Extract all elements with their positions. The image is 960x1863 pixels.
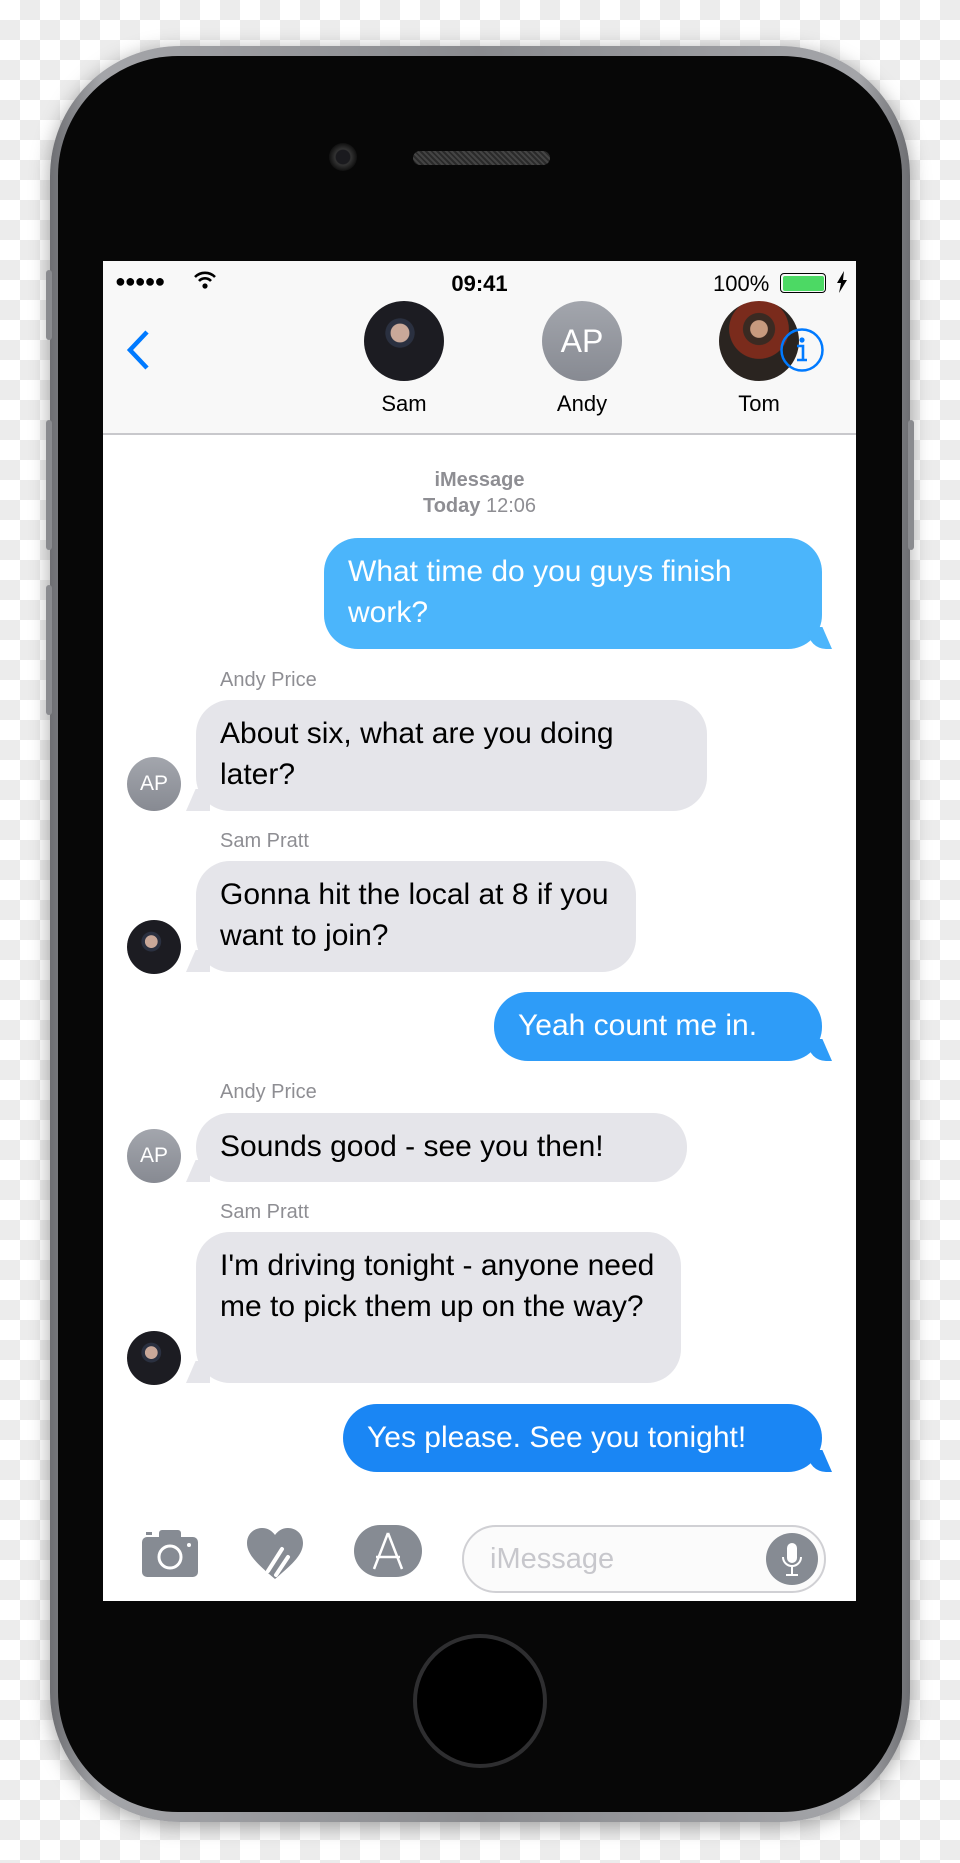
timestamp-time: 12:06: [485, 495, 537, 517]
home-button[interactable]: [413, 1634, 547, 1768]
mute-switch: [46, 270, 52, 340]
message-bubble-outgoing[interactable]: What time do you guys finish work?: [324, 538, 822, 649]
message-bubble-incoming[interactable]: Sounds good - see you then!: [196, 1113, 687, 1182]
message-bubble-outgoing[interactable]: Yes please. See you tonight!: [343, 1404, 822, 1472]
back-chevron-icon[interactable]: [125, 329, 151, 371]
power-button: [908, 420, 914, 550]
info-icon[interactable]: [779, 327, 825, 373]
message-bubble-outgoing[interactable]: Yeah count me in.: [494, 992, 822, 1061]
front-camera: [329, 143, 357, 171]
earpiece-speaker: [413, 151, 550, 165]
contact-sam[interactable]: Sam: [349, 301, 459, 417]
app-store-button[interactable]: [354, 1525, 422, 1577]
camera-icon[interactable]: [141, 1527, 199, 1577]
contact-andy[interactable]: AP Andy: [527, 301, 637, 417]
microphone-icon: [782, 1543, 802, 1576]
message-bubble-incoming[interactable]: Gonna hit the local at 8 if you want to …: [196, 861, 636, 972]
heart-touch-icon[interactable]: [246, 1527, 304, 1581]
contact-name: Sam: [381, 391, 427, 416]
avatar: AP: [542, 301, 622, 381]
battery-percent: 100%: [713, 271, 770, 296]
sender-name: Andy Price: [220, 1081, 317, 1103]
message-bubble-incoming[interactable]: I'm driving tonight - anyone need me to …: [196, 1232, 681, 1383]
sender-avatar: AP: [127, 1129, 181, 1183]
message-bubble-incoming[interactable]: About six, what are you doing later?: [196, 700, 707, 811]
timestamp: Today 12:06: [103, 495, 856, 518]
microphone-button[interactable]: [766, 1533, 818, 1585]
sender-name: Andy Price: [220, 669, 317, 691]
charging-bolt-icon: [837, 271, 847, 293]
sender-name: Sam Pratt: [220, 1201, 309, 1223]
volume-down-button: [46, 585, 52, 715]
message-input-placeholder: iMessage: [490, 1543, 615, 1575]
sender-name: Sam Pratt: [220, 830, 309, 852]
conversation-header: ●●●●● 09:41 100% Sam AP Andy Tom: [103, 261, 856, 435]
battery-icon: [780, 273, 826, 293]
volume-up-button: [46, 420, 52, 550]
sender-avatar: AP: [127, 757, 181, 811]
contact-name: Andy: [556, 391, 608, 416]
screen: ●●●●● 09:41 100% Sam AP Andy Tom iMessag…: [103, 261, 856, 1601]
service-label: iMessage: [434, 469, 525, 491]
message-input[interactable]: iMessage: [462, 1525, 826, 1593]
avatar: [364, 301, 444, 381]
app-store-icon: [372, 1532, 404, 1570]
contact-name: Tom: [738, 391, 780, 416]
timestamp-day: Today: [422, 495, 481, 517]
sender-avatar-sam: [127, 1331, 181, 1385]
sender-avatar-sam: [127, 920, 181, 974]
